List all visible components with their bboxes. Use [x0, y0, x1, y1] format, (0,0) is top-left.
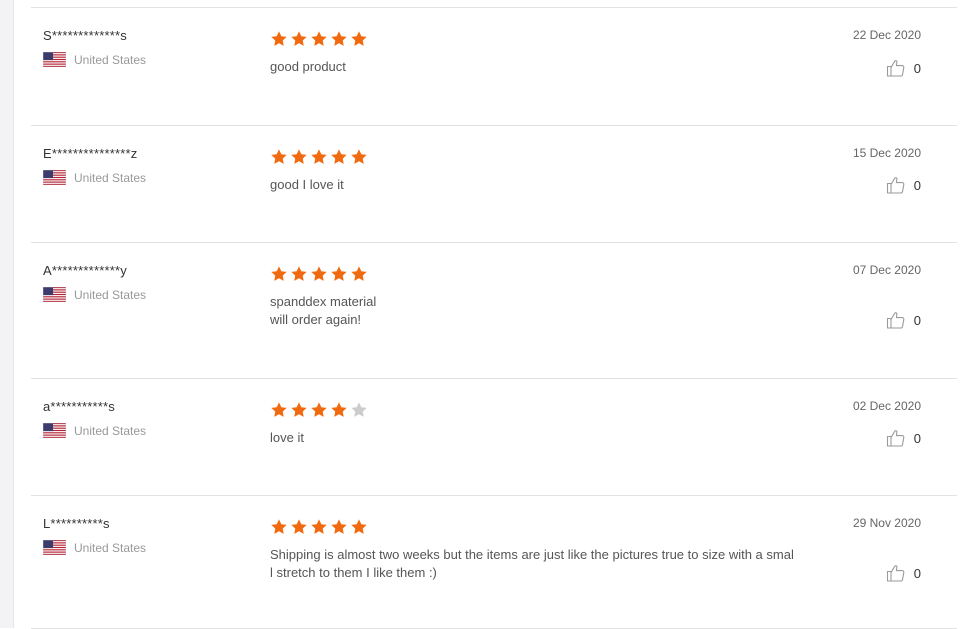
review-content: Shipping is almost two weeks but the ite… [270, 518, 830, 582]
us-flag-icon [42, 51, 67, 69]
review-date: 15 Dec 2020 [852, 146, 921, 160]
review-text: good I love it [270, 177, 344, 192]
reviewer-name: S*************s [43, 28, 127, 43]
reviewer-country: United States [42, 286, 253, 304]
thumbs-up-icon[interactable] [886, 428, 906, 448]
reviewer-country: United States [42, 539, 253, 557]
thumbs-up-icon[interactable] [886, 310, 906, 330]
reviewer-name: E***************z [43, 146, 138, 161]
helpful-button[interactable]: 0 [886, 175, 921, 195]
thumbs-up-icon[interactable] [886, 563, 906, 583]
star-rating [270, 265, 830, 285]
like-count: 0 [913, 430, 921, 446]
review-date: 22 Dec 2020 [852, 28, 921, 42]
star-rating [270, 30, 830, 50]
star-rating [270, 148, 830, 168]
star-filled-icon [270, 518, 288, 536]
country-name: United States [74, 423, 147, 438]
star-filled-icon [310, 401, 328, 419]
star-filled-icon [290, 30, 308, 48]
review-content: spanddex material will order again! [270, 265, 830, 329]
like-count: 0 [913, 60, 921, 76]
helpful-button[interactable]: 0 [886, 58, 921, 78]
reviewer-info: S*************s United States [42, 28, 253, 69]
reviewer-country: United States [42, 51, 253, 69]
star-filled-icon [330, 518, 348, 536]
helpful-button[interactable]: 0 [886, 428, 921, 448]
review-item: L**********s United States Shipping is alm… [31, 496, 957, 629]
review-item: A*************y United States spanddex mat… [31, 243, 957, 379]
star-filled-icon [290, 265, 308, 283]
star-filled-icon [330, 265, 348, 283]
star-filled-icon [350, 148, 368, 166]
review-text: good product [270, 59, 346, 74]
star-filled-icon [350, 30, 368, 48]
reviewer-country: United States [42, 422, 253, 440]
like-count: 0 [913, 312, 921, 328]
country-name: United States [74, 540, 147, 555]
us-flag-icon [42, 286, 67, 304]
review-item: E***************z United States good I lov… [31, 126, 957, 243]
reviewer-name: a***********s [43, 399, 115, 414]
star-rating [270, 401, 830, 421]
review-meta: 22 Dec 2020 [853, 28, 921, 42]
star-filled-icon [330, 401, 348, 419]
us-flag-icon [42, 539, 67, 557]
star-filled-icon [350, 518, 368, 536]
review-meta: 15 Dec 2020 [853, 146, 921, 160]
review-meta: 07 Dec 2020 [853, 263, 921, 277]
reviewer-name: L**********s [43, 516, 110, 531]
helpful-button[interactable]: 0 [886, 310, 921, 330]
star-filled-icon [330, 30, 348, 48]
thumbs-up-icon[interactable] [886, 58, 906, 78]
star-filled-icon [270, 148, 288, 166]
star-filled-icon [290, 518, 308, 536]
helpful-button[interactable]: 0 [886, 563, 921, 583]
review-date: 29 Nov 2020 [852, 516, 921, 530]
review-text: spanddex material will order again! [270, 294, 377, 327]
review-text: Shipping is almost two weeks but the ite… [270, 547, 794, 580]
review-item: S*************s United States good product… [31, 8, 957, 126]
review-item: a***********s United States love it 02 Dec … [31, 379, 957, 496]
us-flag-icon [42, 169, 67, 187]
reviewer-name: A*************y [43, 263, 127, 278]
reviewer-info: a***********s United States [42, 399, 253, 440]
like-count: 0 [913, 565, 921, 581]
country-name: United States [74, 287, 147, 302]
reviewer-info: E***************z United States [42, 146, 253, 187]
review-content: good product [270, 30, 830, 76]
star-filled-icon [270, 30, 288, 48]
star-filled-icon [310, 265, 328, 283]
star-filled-icon [290, 401, 308, 419]
star-filled-icon [330, 148, 348, 166]
us-flag-icon [42, 422, 67, 440]
review-content: love it [270, 401, 830, 447]
star-empty-icon [350, 401, 368, 419]
review-content: good I love it [270, 148, 830, 194]
left-rail [0, 0, 14, 628]
star-filled-icon [350, 265, 368, 283]
star-filled-icon [290, 148, 308, 166]
reviewer-country: United States [42, 169, 253, 187]
review-meta: 02 Dec 2020 [853, 399, 921, 413]
star-filled-icon [270, 401, 288, 419]
country-name: United States [74, 52, 147, 67]
reviewer-info: L**********s United States [42, 516, 253, 557]
review-text: love it [270, 430, 304, 445]
review-date: 02 Dec 2020 [852, 399, 921, 413]
review-date: 07 Dec 2020 [852, 263, 921, 277]
star-filled-icon [310, 30, 328, 48]
like-count: 0 [913, 177, 921, 193]
star-filled-icon [310, 148, 328, 166]
country-name: United States [74, 170, 147, 185]
star-rating [270, 518, 830, 538]
review-meta: 29 Nov 2020 [853, 516, 921, 530]
star-filled-icon [270, 265, 288, 283]
reviewer-info: A*************y United States [42, 263, 253, 304]
star-filled-icon [310, 518, 328, 536]
thumbs-up-icon[interactable] [886, 175, 906, 195]
